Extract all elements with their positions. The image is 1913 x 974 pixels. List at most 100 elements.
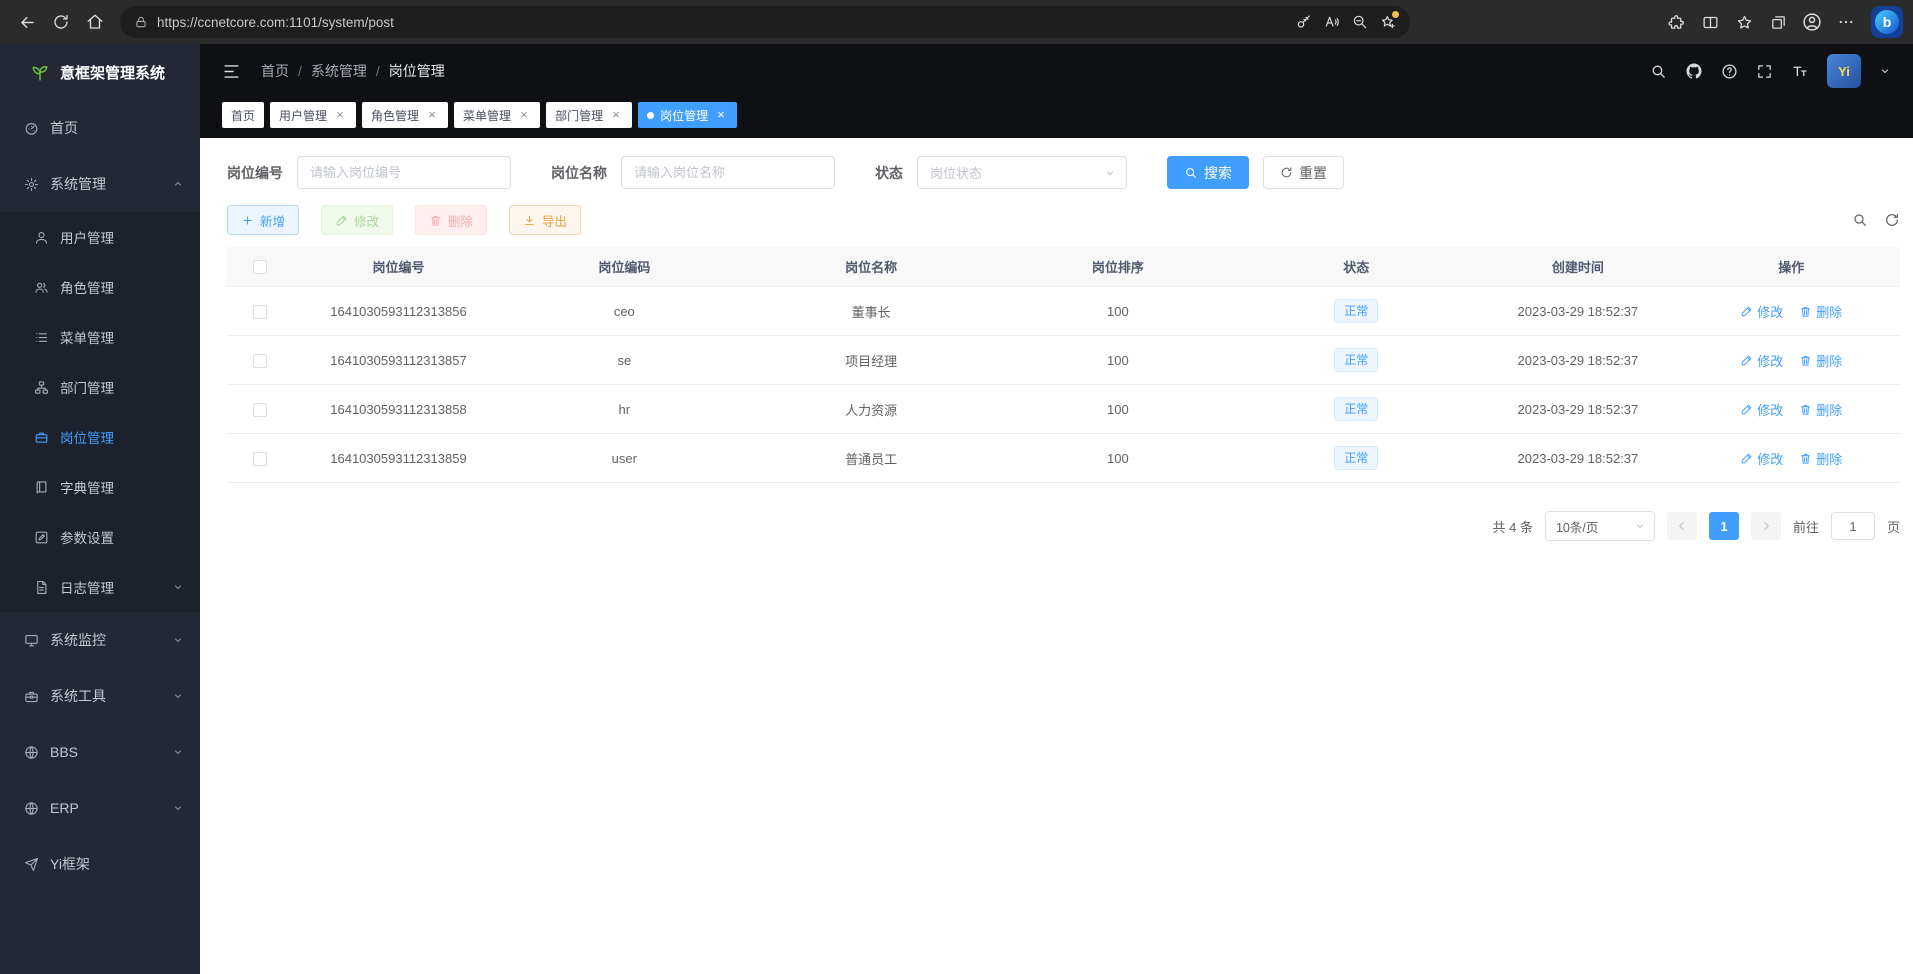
sidebar-item-role-management[interactable]: 角色管理	[0, 262, 200, 312]
sidebar-item-bbs[interactable]: BBS	[0, 724, 200, 780]
sidebar-item-menu-management[interactable]: 菜单管理	[0, 312, 200, 362]
add-button[interactable]: 新增	[227, 205, 299, 235]
browser-home-button[interactable]	[78, 5, 112, 39]
row-delete-button[interactable]: 删除	[1799, 400, 1842, 419]
status-select[interactable]: 岗位状态	[917, 156, 1127, 189]
row-delete-button[interactable]: 删除	[1799, 302, 1842, 321]
tab-close-button[interactable]: ×	[425, 108, 439, 122]
sidebar-item-system-tools[interactable]: 系统工具	[0, 668, 200, 724]
help-button[interactable]	[1721, 63, 1738, 80]
zoom-button[interactable]	[1346, 8, 1374, 36]
profile-avatar-icon	[1802, 12, 1822, 32]
tab-close-button[interactable]: ×	[517, 108, 531, 122]
sidebar-item-user-management[interactable]: 用户管理	[0, 212, 200, 262]
sidebar-item-dept-management[interactable]: 部门管理	[0, 362, 200, 412]
sidebar-toggle-button[interactable]	[222, 62, 241, 81]
cell-created-time: 2023-03-29 18:52:37	[1473, 402, 1682, 417]
sidebar-item-post-management[interactable]: 岗位管理	[0, 412, 200, 462]
page-size-select[interactable]: 10条/页	[1545, 511, 1655, 541]
row-delete-button[interactable]: 删除	[1799, 449, 1842, 468]
tab-close-button[interactable]: ×	[609, 108, 623, 122]
question-icon	[1721, 63, 1738, 80]
sidebar-item-erp[interactable]: ERP	[0, 780, 200, 836]
row-edit-button[interactable]: 修改	[1740, 449, 1783, 468]
toolbox-icon	[24, 689, 39, 704]
select-all-checkbox[interactable]	[253, 260, 267, 274]
sidebar-item-dict-management[interactable]: 字典管理	[0, 462, 200, 512]
bing-copilot-button[interactable]: b	[1871, 6, 1903, 38]
org-tree-icon	[34, 380, 49, 395]
read-aloud-button[interactable]	[1318, 8, 1346, 36]
page-1-button[interactable]: 1	[1709, 512, 1739, 540]
reset-button[interactable]: 重置	[1263, 156, 1344, 189]
export-button[interactable]: 导出	[509, 205, 581, 235]
sidebar-item-yi-framework[interactable]: Yi框架	[0, 836, 200, 892]
sidebar-item-system-monitor[interactable]: 系统监控	[0, 612, 200, 668]
row-checkbox[interactable]	[253, 305, 267, 319]
font-size-button[interactable]	[1791, 62, 1809, 80]
header-search-button[interactable]	[1650, 63, 1667, 80]
browser-back-button[interactable]	[10, 5, 44, 39]
column-header-post-sort: 岗位排序	[997, 257, 1240, 276]
avatar-menu-button[interactable]	[1879, 65, 1891, 77]
breadcrumb-home[interactable]: 首页	[261, 61, 289, 81]
address-bar[interactable]: https://ccnetcore.com:1101/system/post	[120, 6, 1410, 38]
status-badge: 正常	[1334, 397, 1378, 421]
tab-dept-management[interactable]: 部门管理 ×	[546, 102, 632, 128]
refresh-icon	[52, 13, 70, 31]
breadcrumb-system[interactable]: 系统管理	[311, 61, 367, 81]
tab-role-management[interactable]: 角色管理 ×	[362, 102, 448, 128]
chevron-down-icon	[172, 690, 184, 702]
ellipsis-icon	[1837, 13, 1855, 31]
next-page-button[interactable]	[1751, 512, 1781, 540]
row-edit-button[interactable]: 修改	[1740, 302, 1783, 321]
sidebar-item-system-management[interactable]: 系统管理	[0, 156, 200, 212]
sidebar-item-log-management[interactable]: 日志管理	[0, 562, 200, 612]
key-icon	[1296, 14, 1312, 30]
sidebar-item-param-settings[interactable]: 参数设置	[0, 512, 200, 562]
row-checkbox[interactable]	[253, 354, 267, 368]
github-button[interactable]	[1685, 62, 1703, 80]
passwords-button[interactable]	[1290, 8, 1318, 36]
tab-user-management[interactable]: 用户管理 ×	[270, 102, 356, 128]
row-delete-button[interactable]: 删除	[1799, 351, 1842, 370]
trash-icon	[1799, 305, 1812, 318]
goto-page-input[interactable]	[1831, 512, 1875, 540]
app-logo[interactable]: 意框架管理系统	[0, 44, 200, 100]
extensions-button[interactable]	[1659, 5, 1693, 39]
edit-button[interactable]: 修改	[321, 205, 393, 235]
browser-profile-button[interactable]	[1795, 5, 1829, 39]
cell-created-time: 2023-03-29 18:52:37	[1473, 304, 1682, 319]
row-checkbox[interactable]	[253, 403, 267, 417]
row-edit-button[interactable]: 修改	[1740, 400, 1783, 419]
sidebar-item-label: 部门管理	[60, 377, 184, 397]
split-screen-button[interactable]	[1693, 5, 1727, 39]
url-text[interactable]: https://ccnetcore.com:1101/system/post	[157, 15, 1290, 30]
post-code-input[interactable]	[297, 156, 511, 189]
browser-refresh-button[interactable]	[44, 5, 78, 39]
tab-close-button[interactable]: ×	[714, 108, 728, 122]
tab-post-management[interactable]: 岗位管理 ×	[638, 102, 737, 128]
prev-page-button[interactable]	[1667, 512, 1697, 540]
post-name-input[interactable]	[621, 156, 835, 189]
fullscreen-button[interactable]	[1756, 63, 1773, 80]
add-favorite-button[interactable]	[1374, 8, 1402, 36]
tab-menu-management[interactable]: 菜单管理 ×	[454, 102, 540, 128]
collections-button[interactable]	[1761, 5, 1795, 39]
search-button[interactable]: 搜索	[1167, 156, 1249, 189]
logo-leaf-icon	[30, 62, 50, 82]
favorites-button[interactable]	[1727, 5, 1761, 39]
tab-close-button[interactable]: ×	[333, 108, 347, 122]
row-edit-label: 修改	[1757, 351, 1783, 370]
row-edit-button[interactable]: 修改	[1740, 351, 1783, 370]
browser-menu-button[interactable]	[1829, 5, 1863, 39]
tab-home[interactable]: 首页	[222, 102, 264, 128]
refresh-table-button[interactable]	[1884, 212, 1900, 228]
delete-button[interactable]: 删除	[415, 205, 487, 235]
toggle-search-button[interactable]	[1852, 212, 1868, 228]
sidebar-item-label: 系统工具	[50, 686, 161, 706]
user-avatar[interactable]: Yi	[1827, 54, 1861, 88]
filter-post-name: 岗位名称	[551, 156, 835, 189]
sidebar-item-home[interactable]: 首页	[0, 100, 200, 156]
row-checkbox[interactable]	[253, 452, 267, 466]
